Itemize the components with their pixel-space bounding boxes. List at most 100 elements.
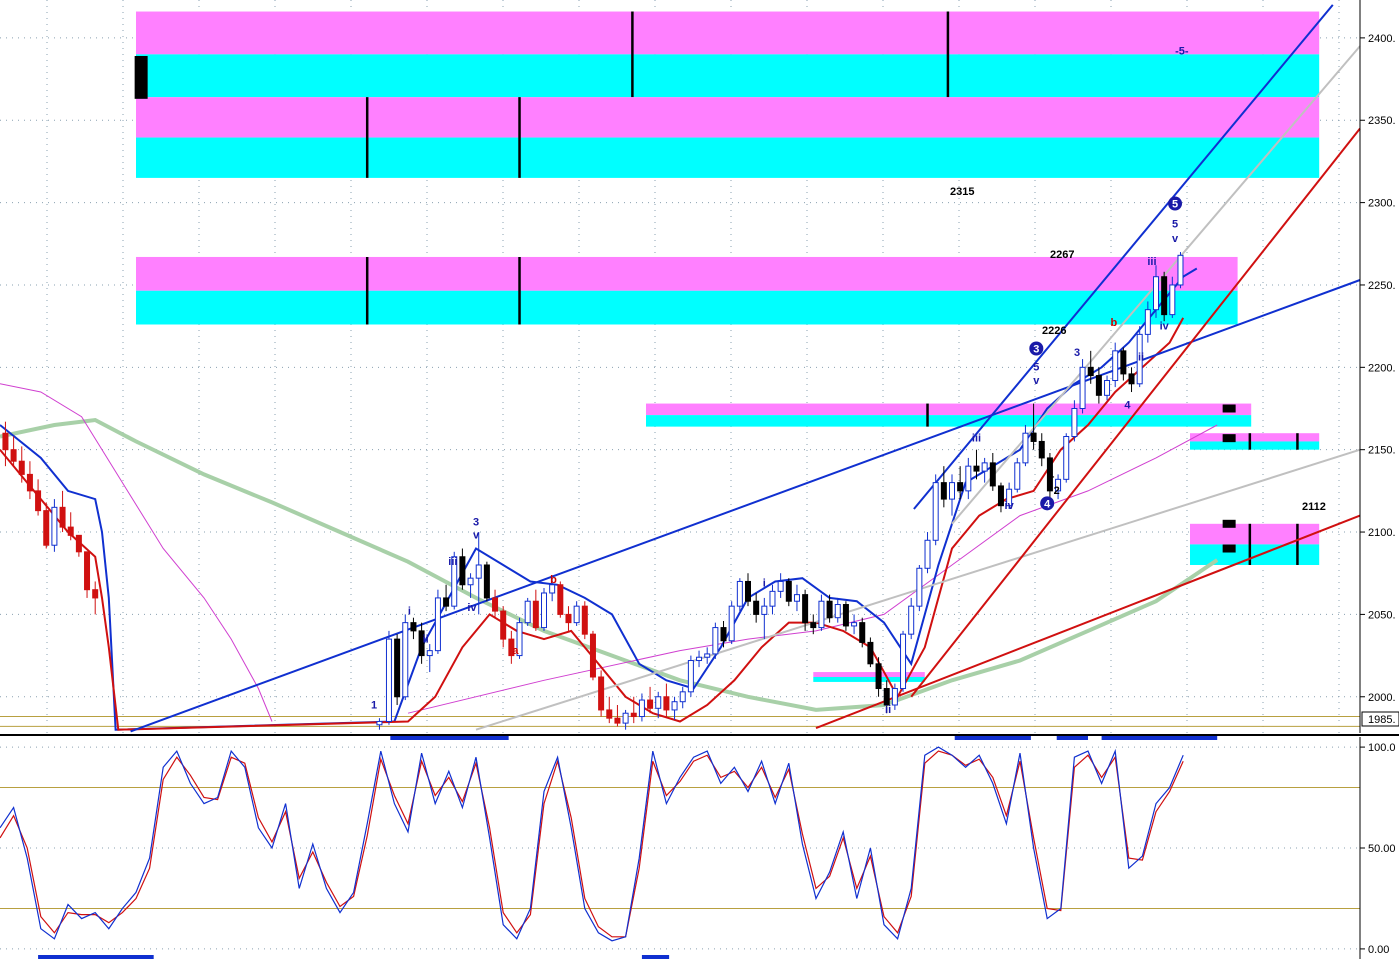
zone-2100-magenta: [1190, 523, 1320, 545]
candle: [981, 462, 988, 472]
osc-axis-label: 100.0: [1368, 742, 1396, 754]
candle: [900, 633, 907, 690]
candle: [916, 567, 923, 607]
candle: [671, 701, 678, 711]
candle: [973, 465, 980, 472]
candle: [818, 600, 825, 629]
candle: [785, 580, 792, 602]
candle: [997, 485, 1004, 507]
wave-circle-label: 4: [1044, 498, 1051, 510]
level-label-2315: 2315: [950, 186, 974, 198]
wave-label: b: [1110, 317, 1117, 329]
price-axis-label: 2150.: [1368, 445, 1396, 457]
candle: [1095, 375, 1102, 396]
zone-black-block: [134, 56, 148, 99]
price-axis-label: 2350.: [1368, 115, 1396, 127]
candle: [753, 600, 760, 615]
price-axis-label: 2300.: [1368, 198, 1396, 210]
candle: [965, 465, 972, 492]
price-panel: 1iiiiii3vivab iiiiiiiv5v123bii4iiiiv5v-5-…: [0, 0, 1361, 740]
wave-label: iii: [972, 432, 981, 444]
candle: [475, 564, 482, 579]
candle: [467, 577, 474, 586]
wave-label: ii: [1138, 352, 1144, 364]
candle: [1022, 432, 1029, 464]
candle: [59, 506, 66, 528]
candle: [802, 594, 809, 624]
candle: [728, 605, 735, 642]
zone-black-block: [1222, 404, 1236, 413]
candle: [704, 653, 711, 658]
wave-label: v: [473, 530, 480, 542]
wave-label: i: [408, 605, 411, 617]
candle: [957, 482, 964, 492]
wave-label: 5: [1033, 362, 1039, 374]
candle: [483, 564, 490, 599]
price-axis-label: 2000.: [1368, 692, 1396, 704]
osc-axis-label: 0.00: [1368, 944, 1389, 956]
wave-label: -5-: [1175, 45, 1189, 57]
candle: [1144, 309, 1151, 335]
candle: [1161, 276, 1168, 316]
wave-label: b: [550, 574, 557, 586]
candle: [834, 604, 841, 619]
candle: [745, 580, 751, 602]
candle: [606, 709, 613, 719]
zone-2340-magenta: [136, 97, 1320, 138]
candle: [867, 641, 874, 665]
wave-label: iii: [448, 556, 457, 568]
candle: [532, 600, 539, 629]
wave-label: 3: [473, 516, 479, 528]
wave-label: iv: [1005, 500, 1015, 512]
wave-circle-label: 3: [1033, 343, 1039, 355]
candle: [524, 600, 531, 624]
candle: [696, 656, 703, 662]
level-label-2267: 2267: [1050, 249, 1074, 261]
candle: [712, 627, 719, 655]
wave-label: 1: [371, 699, 377, 711]
price-axis-label: 2400.: [1368, 33, 1396, 45]
candle: [932, 482, 939, 541]
trendline-blue-lower: [130, 279, 1361, 733]
candle: [630, 712, 637, 718]
candle: [394, 638, 401, 698]
wave-label: 1: [1048, 469, 1054, 481]
candle: [1030, 432, 1037, 442]
candle: [891, 688, 898, 706]
candle: [655, 696, 662, 709]
candle: [793, 594, 800, 602]
price-axis-label: 2200.: [1368, 362, 1396, 374]
wave-label: 2: [1054, 485, 1060, 497]
wave-label: 4: [1124, 400, 1131, 412]
candle: [761, 605, 768, 615]
candle: [1071, 408, 1078, 438]
candle: [385, 638, 392, 722]
candle: [376, 720, 383, 726]
wave-label: ii: [423, 633, 429, 645]
candle: [1079, 366, 1086, 410]
candle: [769, 590, 776, 607]
candle: [35, 490, 42, 512]
candle: [402, 622, 409, 698]
candle: [541, 592, 547, 629]
candle: [67, 526, 74, 536]
candle: [598, 676, 605, 711]
zone-black-block: [1222, 544, 1236, 553]
candle: [1169, 284, 1176, 316]
candle: [1120, 350, 1127, 375]
zone-2100-cyan: [1190, 544, 1320, 565]
candle: [736, 580, 743, 607]
candle: [614, 717, 621, 724]
zone-black-block: [1222, 434, 1236, 443]
candle: [859, 622, 866, 643]
wave-label: i: [763, 577, 766, 589]
candle: [84, 551, 91, 591]
candle: [638, 699, 645, 718]
signal-bar: [954, 736, 1031, 740]
candle: [10, 449, 17, 462]
signal-bar: [1101, 736, 1218, 740]
candle: [1153, 276, 1159, 311]
zone-2340-cyan: [136, 137, 1320, 178]
signal-bar: [390, 736, 509, 740]
candle: [687, 660, 694, 693]
